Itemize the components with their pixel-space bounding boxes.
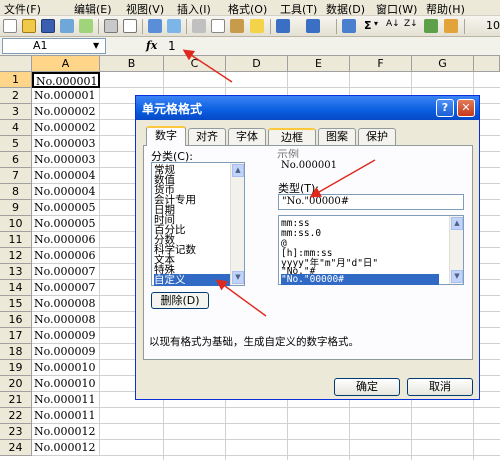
arrow-to-formula-bar bbox=[182, 49, 233, 83]
tab-number[interactable]: 数字 bbox=[146, 126, 186, 146]
arrow-to-type-input bbox=[309, 159, 376, 198]
arrow-to-custom-category bbox=[215, 279, 267, 317]
annotation-arrows bbox=[182, 49, 376, 317]
